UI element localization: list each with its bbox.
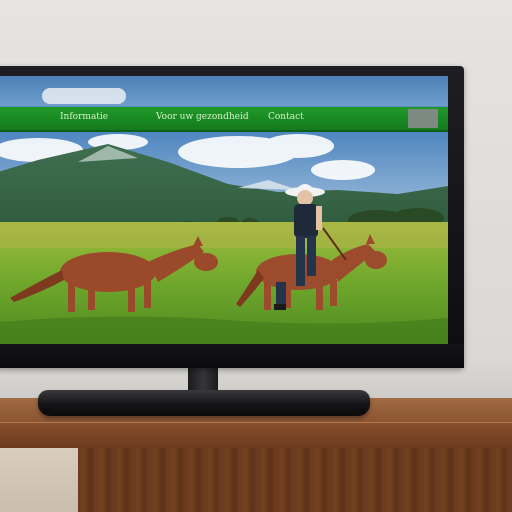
site-nav-bar: Informatie Voor uw gezondheid Contact [0,107,448,132]
cabinet-side-panel [0,448,78,512]
nav-item-health[interactable]: Voor uw gezondheid [156,112,249,122]
meadow-horses-image [0,132,448,344]
site-header-sky [0,76,448,106]
tv-screen: Informatie Voor uw gezondheid Contact [0,76,448,344]
nav-search-button[interactable] [408,109,438,128]
nav-item-info[interactable]: Informatie [60,112,108,122]
tv-bottom-bezel [0,344,464,368]
header-cloud [42,88,126,104]
tv-cabinet-front [78,448,512,512]
tv-stand-base [38,390,370,416]
nav-item-contact[interactable]: Contact [268,112,304,122]
tv-cabinet-edge [0,422,512,449]
